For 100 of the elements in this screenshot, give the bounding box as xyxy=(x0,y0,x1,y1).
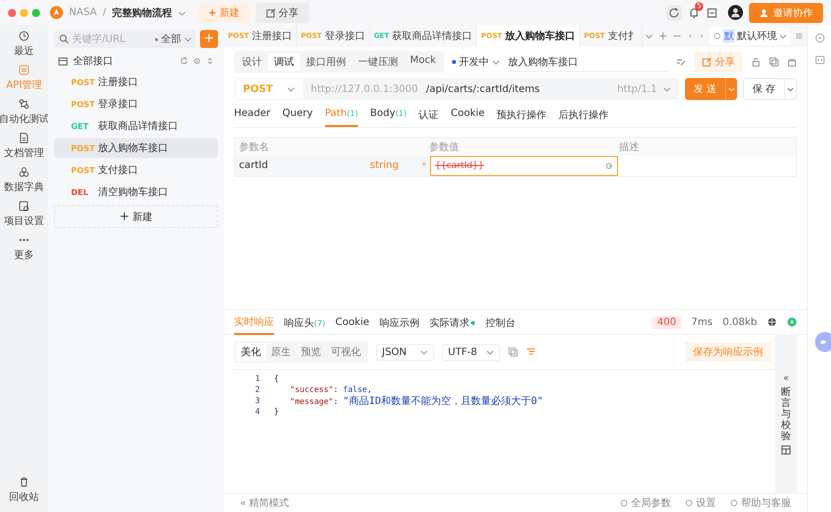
circle-icon xyxy=(620,499,628,507)
line-number: 2 xyxy=(254,385,261,394)
format-select[interactable]: JSON xyxy=(376,344,434,360)
param-value-field[interactable]: {{cartId}} xyxy=(430,156,618,176)
tree-item[interactable]: GET 获取商品详情接口 xyxy=(54,116,218,136)
tree-item[interactable]: DEL 清空购物车接口 xyxy=(54,182,218,202)
response-tab[interactable]: 实际请求 xyxy=(429,310,476,334)
close-light[interactable] xyxy=(8,8,16,16)
response-tab[interactable]: 响应示例 xyxy=(379,310,420,334)
mode-tab[interactable]: Mock xyxy=(404,53,442,71)
globe-icon[interactable] xyxy=(767,317,777,327)
refresh-button[interactable] xyxy=(666,4,682,20)
chevron-down-icon xyxy=(420,348,428,356)
mode-tab[interactable]: 调试 xyxy=(268,53,300,71)
format-icon[interactable] xyxy=(526,347,536,357)
nav-item[interactable]: 文档管理 xyxy=(0,132,48,160)
mode-tab[interactable]: 设计 xyxy=(236,53,268,71)
code-line: "success": false, xyxy=(289,385,372,394)
view-tab[interactable]: 原生 xyxy=(266,343,296,361)
compact-mode-toggle[interactable]: « 精简模式 xyxy=(240,496,290,510)
status-select[interactable]: 开发中 xyxy=(452,55,500,69)
trash-icon xyxy=(18,476,30,488)
locate-icon[interactable] xyxy=(193,57,201,65)
share-button[interactable]: 分享 xyxy=(256,2,309,22)
request-path[interactable]: /api/carts/:cartId/items xyxy=(426,84,540,94)
nav-item[interactable]: 最近 xyxy=(0,30,48,58)
assertion-panel-tab[interactable]: « 断言与校验 xyxy=(775,335,797,493)
encoding-select[interactable]: UTF-8 xyxy=(442,344,500,360)
save-options-button[interactable] xyxy=(784,79,796,99)
footer-link[interactable]: 全局参数 xyxy=(620,496,671,510)
param-tab[interactable]: Header xyxy=(234,105,270,127)
project-name[interactable]: 完整购物流程 xyxy=(112,6,172,20)
maximize-light[interactable] xyxy=(32,8,40,16)
note-icon[interactable] xyxy=(706,6,718,18)
base-url: http://127.0.0.1:3000 xyxy=(310,84,418,94)
bell-icon[interactable] xyxy=(688,6,700,18)
view-tab[interactable]: 美化 xyxy=(236,343,266,361)
code-line: { xyxy=(274,374,279,383)
tree-item[interactable]: POST 支付接口 xyxy=(54,160,218,180)
logo-icon xyxy=(50,6,63,19)
column-header: 描述 xyxy=(619,140,639,154)
copy-icon[interactable] xyxy=(769,57,779,67)
environment-badge: 默 xyxy=(723,29,735,43)
code-icon[interactable] xyxy=(814,55,824,65)
share-icon xyxy=(266,8,276,18)
add-circle-icon[interactable] xyxy=(787,317,797,327)
view-tab[interactable]: 可视化 xyxy=(326,343,366,361)
edit-icon[interactable] xyxy=(676,57,686,67)
layout-icon[interactable] xyxy=(781,445,791,455)
play-circle-icon[interactable] xyxy=(814,33,824,43)
copy-icon[interactable] xyxy=(508,347,518,357)
circle-icon xyxy=(730,499,738,507)
nav-item[interactable]: 数据字典 xyxy=(0,166,48,194)
nav-item[interactable]: 更多 xyxy=(0,234,48,262)
breadcrumb-separator: / xyxy=(102,7,106,18)
mode-tab[interactable]: 接口用例 xyxy=(300,53,352,71)
avatar[interactable] xyxy=(728,5,743,20)
response-time: 7ms xyxy=(691,316,713,328)
param-tab[interactable]: 后执行操作 xyxy=(558,105,609,127)
menu-icon[interactable] xyxy=(794,31,804,41)
mode-tab[interactable]: 一键压测 xyxy=(352,53,404,71)
response-tab[interactable]: Cookie xyxy=(335,312,370,332)
new-item-button[interactable]: + 新建 xyxy=(54,205,218,228)
code-line: "message": "商品ID和数量不能为空，且数量必须大于0" xyxy=(289,394,544,408)
circle-icon xyxy=(685,499,693,507)
tree-item[interactable]: POST 登录接口 xyxy=(54,94,218,114)
trash-nav-item[interactable]: 回收站 xyxy=(0,476,48,504)
tree-root[interactable]: 全部接口 xyxy=(73,54,113,68)
response-tab[interactable]: 响应头(7) xyxy=(284,310,326,334)
chevron-down-icon xyxy=(663,85,671,93)
response-size: 0.08kb xyxy=(722,316,757,328)
add-tab-icon[interactable] xyxy=(658,31,668,41)
view-tab[interactable]: 预览 xyxy=(296,343,326,361)
request-name-field[interactable]: 放入购物车接口 xyxy=(508,52,668,72)
param-name-cell[interactable]: cartId xyxy=(235,156,365,176)
environment-name: 默认环境 xyxy=(737,30,777,43)
footer-link[interactable]: 设置 xyxy=(685,496,716,510)
column-header: 参数值 xyxy=(429,140,460,154)
response-tab[interactable]: 控制台 xyxy=(485,310,516,334)
code-line: } xyxy=(274,407,279,416)
param-tab[interactable]: 预执行操作 xyxy=(496,105,547,127)
chevron-down-icon[interactable] xyxy=(178,8,186,16)
column-header: 参数名 xyxy=(238,140,270,154)
refresh-icon[interactable] xyxy=(180,57,188,65)
footer-link[interactable]: 帮助与客服 xyxy=(730,496,791,510)
search-field[interactable]: 关键字/URL xyxy=(54,30,155,48)
filter-select[interactable]: 全部 xyxy=(155,30,196,48)
chevron-down-icon xyxy=(286,85,295,93)
param-tab[interactable]: Cookie xyxy=(450,105,485,127)
param-tab[interactable]: Query xyxy=(282,105,313,127)
send-options-button[interactable] xyxy=(725,78,737,100)
expand-icon[interactable] xyxy=(206,57,214,65)
environment-select[interactable]: 默 默认环境 xyxy=(710,27,790,45)
param-tab[interactable]: 认证 xyxy=(418,105,439,127)
param-tab[interactable]: Body(1) xyxy=(370,105,407,127)
tree-item[interactable]: POST 放入购物车接口 xyxy=(54,138,218,158)
nav-item[interactable]: 项目设置 xyxy=(0,200,48,228)
circle-icon xyxy=(713,32,721,40)
tree-item[interactable]: POST 注册接口 xyxy=(54,72,218,92)
minimize-light[interactable] xyxy=(20,8,28,16)
